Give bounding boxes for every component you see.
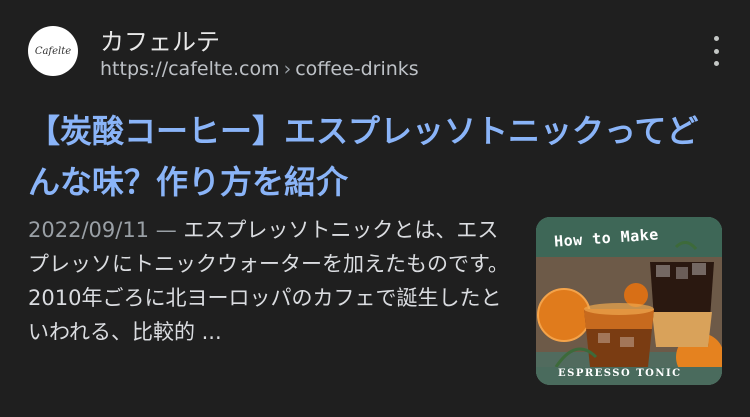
site-url: https://cafelte.com › coffee-drinks xyxy=(100,58,419,80)
thumbnail-bottom-text: ESPRESSO TONIC xyxy=(558,368,682,379)
more-dot xyxy=(713,61,719,66)
more-options-icon[interactable] xyxy=(704,36,728,66)
search-result-card: Cafelte カフェルテ https://cafelte.com › coffee… xyxy=(0,0,750,417)
result-title-link[interactable]: 【炭酸コーヒー】エスプレッソトニックってどんな味？作り方を紹介 xyxy=(28,106,728,208)
site-name: カフェルテ xyxy=(100,28,220,56)
result-thumbnail[interactable]: How to Make ESPRESSO TONIC xyxy=(536,217,722,385)
url-separator: › xyxy=(283,58,292,80)
result-snippet: 2022/09/11 — エスプレッソトニックとは、エスプレッソにトニックウォー… xyxy=(28,213,513,349)
result-date: 2022/09/11 xyxy=(28,218,150,242)
url-path: coffee-drinks xyxy=(295,58,419,80)
site-header[interactable]: Cafelte カフェルテ https://cafelte.com › coffee… xyxy=(28,22,728,86)
site-favicon-icon: Cafelte xyxy=(28,26,78,76)
url-domain: https://cafelte.com xyxy=(100,58,280,80)
favicon-label: Cafelte xyxy=(34,45,72,57)
more-dot xyxy=(713,36,719,41)
more-dot xyxy=(713,48,719,54)
date-separator: — xyxy=(149,218,184,242)
